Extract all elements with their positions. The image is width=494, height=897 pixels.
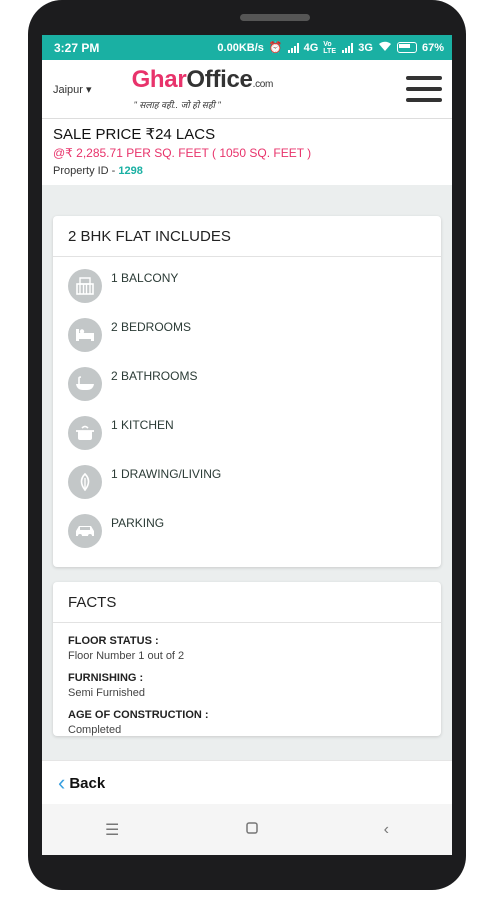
bed-icon (68, 318, 102, 352)
fact-key: FURNISHING : (68, 672, 144, 684)
city-label: Jaipur (53, 83, 83, 96)
menu-icon[interactable] (406, 76, 442, 102)
alarm-icon: ⏰ (268, 42, 283, 54)
property-id-value: 1298 (118, 165, 143, 177)
fact-furnishing: FURNISHING : Semi Furnished (53, 672, 441, 699)
logo-ghar: Ghar (131, 65, 187, 93)
includes-card: 2 BHK FLAT INCLUDES 1 BALCONY 2 BEDROOMS… (53, 216, 441, 567)
feature-label: 1 BALCONY (111, 271, 179, 285)
menu-nav-icon[interactable]: ☰ (105, 820, 119, 840)
feature-balcony: 1 BALCONY (53, 263, 441, 312)
status-bar: 3:27 PM 0.00KB/s ⏰ 4G Vo LTE 3G 67% (42, 35, 452, 60)
feature-label: 2 BATHROOMS (111, 369, 198, 383)
price-section: SALE PRICE ₹24 LACS @₹ 2,285.71 PER SQ. … (42, 119, 452, 185)
wifi-icon (378, 41, 392, 55)
living-icon (68, 465, 102, 499)
signal-icon-2 (342, 42, 354, 53)
caret-down-icon: ▾ (86, 83, 92, 96)
volte-label: Vo LTE (323, 40, 336, 55)
price-per-sqft: @₹ 2,285.71 PER SQ. FEET ( 1050 SQ. FEET… (53, 146, 312, 160)
fact-key: AGE OF CONSTRUCTION : (68, 709, 209, 721)
status-time: 3:27 PM (54, 40, 100, 55)
facts-title: FACTS (53, 582, 441, 623)
feature-living: 1 DRAWING/LIVING (53, 459, 441, 508)
feature-label: 1 DRAWING/LIVING (111, 467, 222, 481)
fact-age-of-construction: AGE OF CONSTRUCTION : Completed (53, 709, 441, 736)
site-logo[interactable]: GharOffice.com " सलाह वही.. जो हो सही " (131, 65, 274, 111)
app-header: Jaipur ▾ GharOffice.com " सलाह वही.. जो … (42, 60, 452, 119)
car-icon (68, 514, 102, 548)
bathtub-icon (68, 367, 102, 401)
includes-title: 2 BHK FLAT INCLUDES (53, 216, 441, 257)
feature-parking: PARKING (53, 508, 441, 557)
balcony-icon (68, 269, 102, 303)
feature-label: 1 KITCHEN (111, 418, 174, 432)
sale-price: SALE PRICE ₹24 LACS (53, 126, 216, 143)
fact-value: Semi Furnished (68, 687, 146, 699)
feature-bathrooms: 2 BATHROOMS (53, 361, 441, 410)
battery-percent: 67% (421, 41, 444, 54)
fact-key: FLOOR STATUS : (68, 635, 159, 647)
status-icons: 0.00KB/s ⏰ 4G Vo LTE 3G 67% (217, 41, 444, 55)
kitchen-icon (68, 416, 102, 450)
logo-office: Office (186, 65, 253, 93)
feature-kitchen: 1 KITCHEN (53, 410, 441, 459)
feature-bedrooms: 2 BEDROOMS (53, 312, 441, 361)
fact-value: Floor Number 1 out of 2 (68, 650, 185, 662)
back-bar: ‹ Back (42, 760, 452, 805)
chevron-left-icon[interactable]: ‹ (58, 772, 65, 794)
property-id: Property ID - 1298 (53, 165, 441, 177)
speaker-grille (240, 14, 310, 21)
network-type-2: 3G (358, 41, 373, 54)
fact-floor-status: FLOOR STATUS : Floor Number 1 out of 2 (53, 635, 441, 662)
logo-com: .com (252, 78, 274, 90)
feature-label: PARKING (111, 516, 165, 530)
screen: 3:27 PM 0.00KB/s ⏰ 4G Vo LTE 3G 67% Jaip… (42, 35, 452, 855)
feature-label: 2 BEDROOMS (111, 320, 192, 334)
logo-tagline: " सलाह वही.. जो हो सही " (133, 99, 221, 110)
details-scroll[interactable]: 2 BHK FLAT INCLUDES 1 BALCONY 2 BEDROOMS… (42, 185, 452, 760)
back-nav-icon[interactable]: ‹ (384, 821, 389, 839)
property-id-label: Property ID - (53, 165, 119, 177)
network-type-1: 4G (303, 41, 319, 54)
signal-icon (287, 42, 299, 53)
city-selector[interactable]: Jaipur ▾ (53, 83, 92, 96)
system-nav-bar: ☰ ‹ (42, 804, 452, 855)
facts-card: FACTS FLOOR STATUS : Floor Number 1 out … (53, 582, 441, 736)
home-nav-icon[interactable] (245, 821, 258, 839)
battery-icon (396, 42, 417, 53)
back-button[interactable]: Back (69, 775, 105, 792)
fact-value: Completed (68, 724, 122, 736)
network-speed: 0.00KB/s (217, 41, 264, 54)
